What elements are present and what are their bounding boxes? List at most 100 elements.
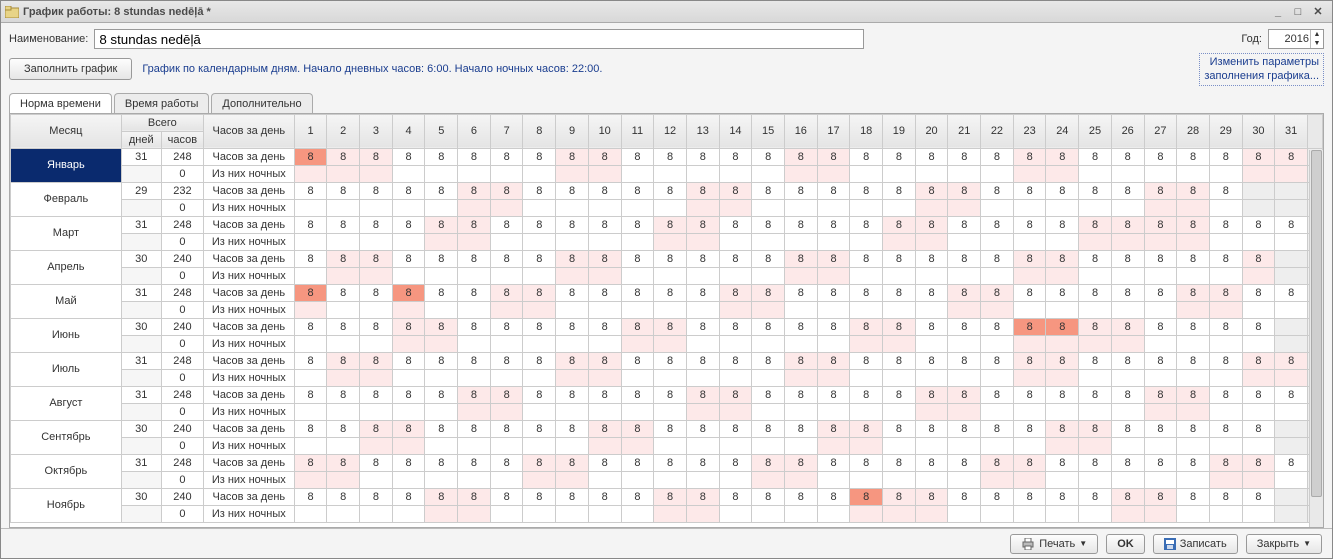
- day-cell[interactable]: 8: [817, 250, 850, 267]
- save-button[interactable]: Записать: [1153, 534, 1238, 554]
- day-cell[interactable]: 8: [784, 148, 817, 165]
- day-cell[interactable]: 8: [719, 250, 752, 267]
- day-cell-night[interactable]: [1111, 437, 1144, 454]
- day-cell[interactable]: 8: [1144, 250, 1177, 267]
- day-cell[interactable]: 8: [1111, 216, 1144, 233]
- col-day-6[interactable]: 6: [458, 114, 491, 148]
- day-cell-night[interactable]: [392, 199, 425, 216]
- days-cell[interactable]: 31: [121, 216, 161, 233]
- day-cell-night[interactable]: [327, 233, 360, 250]
- day-cell[interactable]: 8: [915, 216, 948, 233]
- day-cell-night[interactable]: [294, 199, 327, 216]
- day-cell[interactable]: 8: [719, 420, 752, 437]
- day-cell[interactable]: 8: [817, 148, 850, 165]
- day-cell-night[interactable]: [784, 369, 817, 386]
- day-cell-night[interactable]: [1046, 267, 1079, 284]
- day-cell[interactable]: 8: [1079, 352, 1112, 369]
- day-cell[interactable]: 8: [1177, 182, 1210, 199]
- day-cell-night[interactable]: [523, 335, 556, 352]
- day-cell[interactable]: 8: [883, 420, 916, 437]
- day-cell-night[interactable]: [850, 233, 883, 250]
- day-cell-night[interactable]: [948, 471, 981, 488]
- col-day-13[interactable]: 13: [686, 114, 719, 148]
- day-cell-night[interactable]: [1111, 165, 1144, 182]
- day-cell[interactable]: 8: [915, 420, 948, 437]
- day-cell-night[interactable]: [686, 233, 719, 250]
- day-cell-night[interactable]: [784, 403, 817, 420]
- day-cell[interactable]: [1275, 420, 1308, 437]
- col-day-11[interactable]: 11: [621, 114, 654, 148]
- day-cell[interactable]: 8: [948, 488, 981, 505]
- day-cell-night[interactable]: [523, 403, 556, 420]
- day-cell-night[interactable]: [850, 369, 883, 386]
- day-cell[interactable]: 8: [817, 318, 850, 335]
- day-cell[interactable]: 8: [1046, 216, 1079, 233]
- day-cell[interactable]: 8: [817, 454, 850, 471]
- day-cell-night[interactable]: [523, 505, 556, 522]
- day-cell-night[interactable]: [360, 335, 393, 352]
- day-cell-night[interactable]: [784, 471, 817, 488]
- day-cell[interactable]: 8: [556, 182, 589, 199]
- day-cell-night[interactable]: [1013, 505, 1046, 522]
- day-cell[interactable]: 8: [523, 182, 556, 199]
- day-cell-night[interactable]: [784, 165, 817, 182]
- table-row[interactable]: Май31248Часов за день8888888888888888888…: [11, 284, 1323, 301]
- day-cell-night[interactable]: [1242, 505, 1275, 522]
- days-cell-blank[interactable]: [121, 505, 161, 522]
- day-cell-night[interactable]: [621, 267, 654, 284]
- day-cell-night[interactable]: [784, 437, 817, 454]
- night-hours-cell[interactable]: 0: [161, 403, 203, 420]
- day-cell-night[interactable]: [523, 267, 556, 284]
- day-cell-night[interactable]: [294, 471, 327, 488]
- day-cell[interactable]: 8: [621, 454, 654, 471]
- day-cell[interactable]: 8: [458, 148, 491, 165]
- day-cell[interactable]: 8: [752, 386, 785, 403]
- day-cell-night[interactable]: [817, 471, 850, 488]
- day-cell-night[interactable]: [883, 403, 916, 420]
- table-row[interactable]: Ноябрь30240Часов за день8888888888888888…: [11, 488, 1323, 505]
- day-cell-night[interactable]: [654, 437, 687, 454]
- col-day-5[interactable]: 5: [425, 114, 458, 148]
- day-cell[interactable]: 8: [621, 352, 654, 369]
- day-cell[interactable]: 8: [556, 454, 589, 471]
- day-cell-night[interactable]: [1242, 267, 1275, 284]
- day-cell-night[interactable]: [1079, 369, 1112, 386]
- day-cell[interactable]: 8: [1111, 454, 1144, 471]
- table-row[interactable]: 0Из них ночных: [11, 369, 1323, 386]
- day-cell-night[interactable]: [654, 301, 687, 318]
- day-cell[interactable]: 8: [883, 216, 916, 233]
- day-cell[interactable]: 8: [425, 488, 458, 505]
- day-cell[interactable]: 8: [719, 182, 752, 199]
- col-day-19[interactable]: 19: [883, 114, 916, 148]
- day-cell[interactable]: 8: [752, 488, 785, 505]
- day-cell[interactable]: 8: [1177, 454, 1210, 471]
- day-cell-night[interactable]: [1079, 505, 1112, 522]
- day-cell[interactable]: 8: [523, 148, 556, 165]
- day-cell-night[interactable]: [654, 199, 687, 216]
- day-cell[interactable]: 8: [1013, 488, 1046, 505]
- col-day-22[interactable]: 22: [981, 114, 1014, 148]
- day-cell[interactable]: 8: [654, 488, 687, 505]
- day-cell-night[interactable]: [588, 471, 621, 488]
- day-cell-night[interactable]: [817, 301, 850, 318]
- maximize-button[interactable]: □: [1288, 4, 1308, 20]
- day-cell-night[interactable]: [327, 165, 360, 182]
- day-cell-night[interactable]: [425, 165, 458, 182]
- col-day-14[interactable]: 14: [719, 114, 752, 148]
- day-cell[interactable]: 8: [654, 284, 687, 301]
- days-cell[interactable]: 30: [121, 488, 161, 505]
- day-cell[interactable]: 8: [981, 148, 1014, 165]
- day-cell-night[interactable]: [915, 505, 948, 522]
- day-cell[interactable]: 8: [1209, 488, 1242, 505]
- day-cell[interactable]: 8: [490, 454, 523, 471]
- day-cell[interactable]: 8: [948, 250, 981, 267]
- day-cell[interactable]: 8: [915, 386, 948, 403]
- day-cell-night[interactable]: [1144, 403, 1177, 420]
- tab-norma[interactable]: Норма времени: [9, 93, 112, 114]
- col-day-18[interactable]: 18: [850, 114, 883, 148]
- day-cell-night[interactable]: [817, 267, 850, 284]
- day-cell-night[interactable]: [425, 369, 458, 386]
- days-cell-blank[interactable]: [121, 165, 161, 182]
- day-cell[interactable]: 8: [425, 386, 458, 403]
- day-cell-night[interactable]: [490, 437, 523, 454]
